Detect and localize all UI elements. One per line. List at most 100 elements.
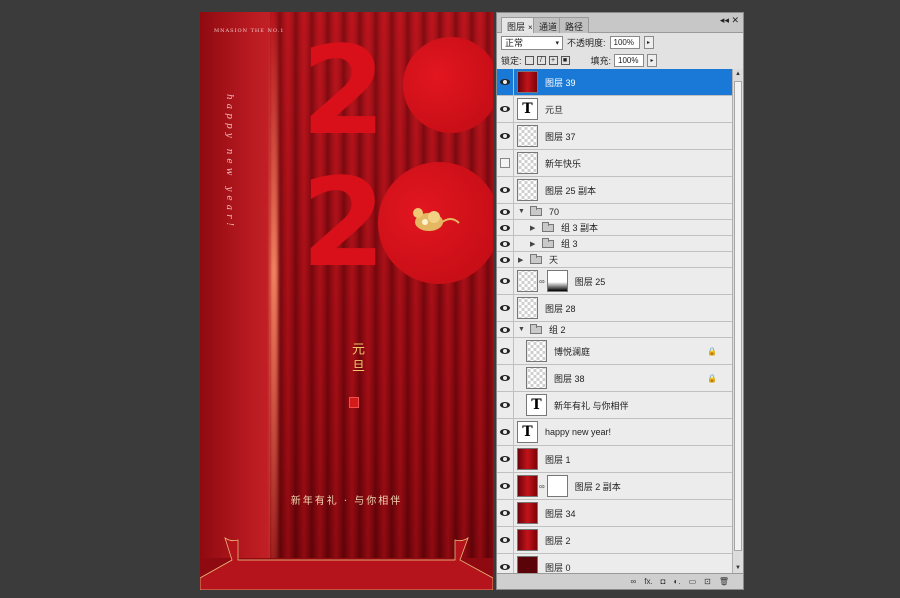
visibility-toggle[interactable] — [497, 473, 514, 499]
visibility-toggle[interactable] — [497, 96, 514, 122]
visibility-toggle[interactable] — [497, 268, 514, 294]
mask-icon[interactable]: ◘ — [661, 577, 666, 586]
layer-row[interactable]: 图层 39 — [497, 69, 733, 96]
trash-icon[interactable]: 🗑 — [719, 577, 729, 586]
group-icon[interactable]: ▭ — [689, 577, 697, 586]
layer-thumbnail[interactable] — [526, 340, 547, 362]
visibility-toggle[interactable] — [497, 236, 514, 251]
eye-icon — [500, 348, 510, 354]
layer-row[interactable]: ∞ 图层 2 副本 — [497, 473, 733, 500]
eye-icon — [500, 305, 510, 311]
fill-field[interactable]: 100% — [614, 54, 645, 67]
layer-thumbnail[interactable] — [517, 179, 538, 201]
canvas-poster[interactable]: MNASION THE NO.1 happy new year! 2 2 元旦 … — [200, 12, 493, 590]
layer-row[interactable]: 图层 28 — [497, 295, 733, 322]
layer-thumbnail[interactable] — [517, 125, 538, 147]
layer-thumbnail[interactable] — [517, 297, 538, 319]
tab-close-icon[interactable]: × — [528, 23, 533, 32]
layer-thumbnail[interactable] — [517, 71, 538, 93]
layer-row[interactable]: 图层 34 — [497, 500, 733, 527]
blend-mode-select[interactable]: 正常 ▾ — [501, 35, 563, 50]
blend-mode-value: 正常 — [505, 38, 524, 48]
expand-down-icon[interactable]: ▼ — [518, 326, 526, 333]
lock-pixels-icon[interactable]: / — [536, 56, 546, 65]
opacity-stepper-button[interactable]: ▸ — [643, 36, 654, 49]
layer-mask-thumbnail[interactable] — [546, 475, 568, 497]
expand-down-icon[interactable]: ▼ — [518, 208, 526, 215]
layer-row[interactable]: 新年快乐 — [497, 150, 733, 177]
visibility-toggle[interactable] — [497, 392, 514, 418]
layer-thumbnail[interactable] — [517, 556, 538, 573]
layer-thumbnail[interactable] — [517, 448, 538, 470]
opacity-field[interactable]: 100% — [609, 36, 640, 49]
scroll-down-icon[interactable]: ▼ — [733, 563, 743, 573]
layer-row[interactable]: ∞ 图层 25 — [497, 268, 733, 295]
layer-row[interactable]: 图层 0 — [497, 554, 733, 573]
layer-thumbnail[interactable] — [526, 367, 547, 389]
lock-all-icon[interactable]: ■ — [560, 56, 570, 65]
visibility-toggle[interactable] — [497, 322, 514, 337]
layer-name: 图层 25 副本 — [545, 185, 597, 196]
visibility-toggle[interactable] — [497, 220, 514, 235]
visibility-toggle[interactable] — [497, 500, 514, 526]
layer-thumbnail[interactable] — [517, 152, 538, 174]
scroll-thumb[interactable] — [734, 81, 742, 551]
adjustment-icon[interactable]: ◐. — [674, 577, 681, 586]
visibility-toggle[interactable] — [497, 419, 514, 445]
fx-icon[interactable]: fx. — [644, 577, 652, 586]
visibility-toggle[interactable] — [497, 338, 514, 364]
expand-right-icon[interactable]: ▶ — [530, 240, 538, 248]
layer-scrollbar[interactable]: ▲ ▼ — [732, 69, 743, 573]
layer-row[interactable]: 图层 37 — [497, 123, 733, 150]
expand-right-icon[interactable]: ▶ — [530, 224, 538, 232]
new-layer-icon[interactable]: ⊡ — [704, 577, 711, 586]
visibility-toggle[interactable] — [497, 177, 514, 203]
layer-row[interactable]: 图层 38 🔒 — [497, 365, 733, 392]
layer-group-row[interactable]: ▼ 组 2 — [497, 322, 733, 338]
text-layer-thumbnail[interactable]: T — [517, 421, 538, 443]
link-icon[interactable]: ∞ — [631, 577, 637, 586]
layer-row[interactable]: 图层 1 — [497, 446, 733, 473]
text-layer-thumbnail[interactable]: T — [526, 394, 547, 416]
eye-icon — [500, 564, 510, 570]
scroll-up-icon[interactable]: ▲ — [733, 69, 743, 79]
chain-link-icon[interactable]: ∞ — [539, 482, 545, 491]
layer-group-row[interactable]: ▼ 70 — [497, 204, 733, 220]
layer-row[interactable]: T 新年有礼 与你相伴 — [497, 392, 733, 419]
layer-mask-thumbnail[interactable] — [546, 270, 568, 292]
slogan-text: 新年有礼 · 与你相伴 — [290, 496, 403, 507]
eye-icon — [500, 537, 510, 543]
layer-thumbnail[interactable] — [517, 502, 538, 524]
visibility-toggle[interactable] — [497, 527, 514, 553]
layer-thumbnail[interactable] — [517, 475, 538, 497]
panel-window-buttons[interactable]: ◂◂ ✕ — [720, 15, 739, 26]
visibility-toggle[interactable] — [497, 446, 514, 472]
layer-row[interactable]: Thappy new year! — [497, 419, 733, 446]
visibility-toggle[interactable] — [497, 150, 514, 176]
layer-row[interactable]: 图层 2 — [497, 527, 733, 554]
layer-row[interactable]: 图层 25 副本 — [497, 177, 733, 204]
layer-name: 图层 28 — [545, 303, 576, 314]
fill-stepper-button[interactable]: ▸ — [647, 54, 658, 67]
visibility-toggle[interactable] — [497, 295, 514, 321]
visibility-toggle[interactable] — [497, 365, 514, 391]
text-layer-thumbnail[interactable]: T — [517, 98, 538, 120]
layer-group-row[interactable]: ▶ 组 3 副本 — [497, 220, 733, 236]
visibility-toggle[interactable] — [497, 252, 514, 267]
layer-group-row[interactable]: ▶ 组 3 — [497, 236, 733, 252]
tab-paths[interactable]: 路径 — [559, 17, 590, 33]
layer-row[interactable]: T 元旦 — [497, 96, 733, 123]
visibility-toggle[interactable] — [497, 204, 514, 219]
lock-transparent-icon[interactable] — [524, 56, 534, 65]
visibility-toggle[interactable] — [497, 554, 514, 573]
layer-name: 图层 34 — [545, 508, 576, 519]
visibility-toggle[interactable] — [497, 123, 514, 149]
layer-group-row[interactable]: ▶ 天 — [497, 252, 733, 268]
lock-position-icon[interactable]: + — [548, 56, 558, 65]
layer-thumbnail[interactable] — [517, 529, 538, 551]
chain-link-icon[interactable]: ∞ — [539, 277, 545, 286]
layer-row[interactable]: 博悦澜庭 🔒 — [497, 338, 733, 365]
expand-right-icon[interactable]: ▶ — [518, 256, 526, 264]
layer-thumbnail[interactable] — [517, 270, 538, 292]
visibility-toggle[interactable] — [497, 69, 514, 95]
